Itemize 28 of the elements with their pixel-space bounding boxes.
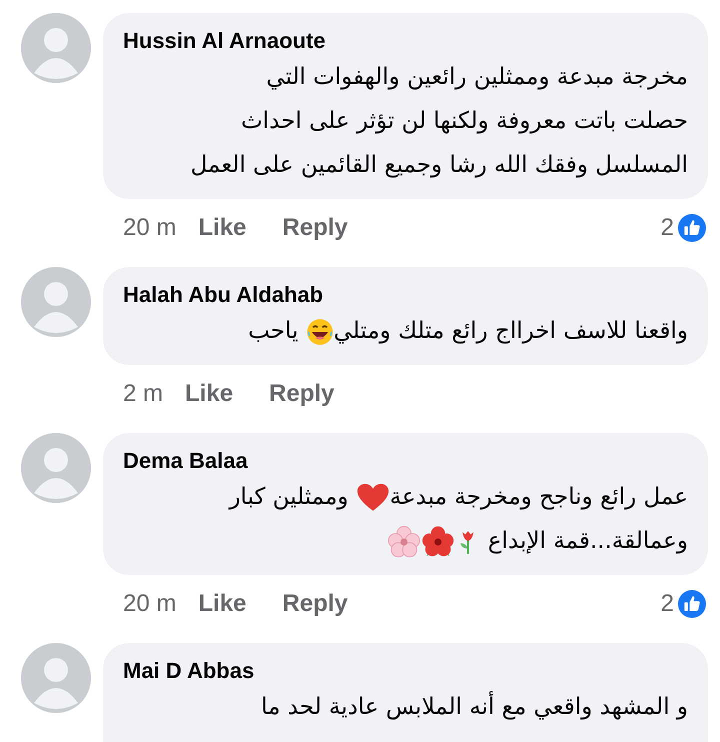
comment-text: و المشهد واقعي مع أنه الملابس عادية لحد ما	[123, 685, 688, 729]
author-name[interactable]: Mai D Abbas	[123, 657, 688, 685]
author-name[interactable]: Dema Balaa	[123, 447, 688, 475]
author-name[interactable]: Hussin Al Arnaoute	[123, 27, 688, 55]
avatar-icon[interactable]	[21, 267, 91, 337]
blossom-icon	[386, 524, 421, 559]
reaction-count[interactable]: 2	[660, 214, 674, 242]
like-link[interactable]: Like	[198, 214, 246, 242]
comment-time: 20 m	[123, 590, 176, 618]
like-icon	[678, 214, 706, 242]
reply-link[interactable]: Reply	[282, 214, 348, 242]
avatar-icon[interactable]	[21, 643, 91, 713]
like-icon	[678, 590, 706, 618]
like-link[interactable]: Like	[185, 380, 234, 408]
comment-time: 20 m	[123, 214, 176, 242]
comment-time: 2 m	[123, 380, 164, 408]
author-name[interactable]: Halah Abu Aldahab	[123, 281, 688, 309]
reply-link[interactable]: Reply	[282, 590, 348, 618]
hibiscus-icon	[420, 524, 455, 559]
comment-text: واقعنا للاسف اخرااج رائع متلك ومتلي ياحب	[247, 316, 688, 348]
comment-text: عمل رائع وناجح ومخرجة مبدعة وممثلين كبار وعمالقة...قمة الإبداع	[123, 475, 688, 563]
reaction-count[interactable]: 2	[660, 590, 674, 618]
reply-link[interactable]: Reply	[269, 380, 334, 408]
avatar-icon[interactable]	[21, 433, 91, 503]
comment-text: مخرجة مبدعة وممثلين رائعين والهفوات التي حصلت باتت معروفة ولكنها لن تؤثر على احداث المسلسل وفقك الله رشا وجميع القائمين على العمل	[190, 63, 688, 180]
avatar-icon[interactable]	[21, 13, 91, 83]
like-link[interactable]: Like	[198, 590, 246, 618]
laughing-face-icon	[306, 318, 334, 346]
